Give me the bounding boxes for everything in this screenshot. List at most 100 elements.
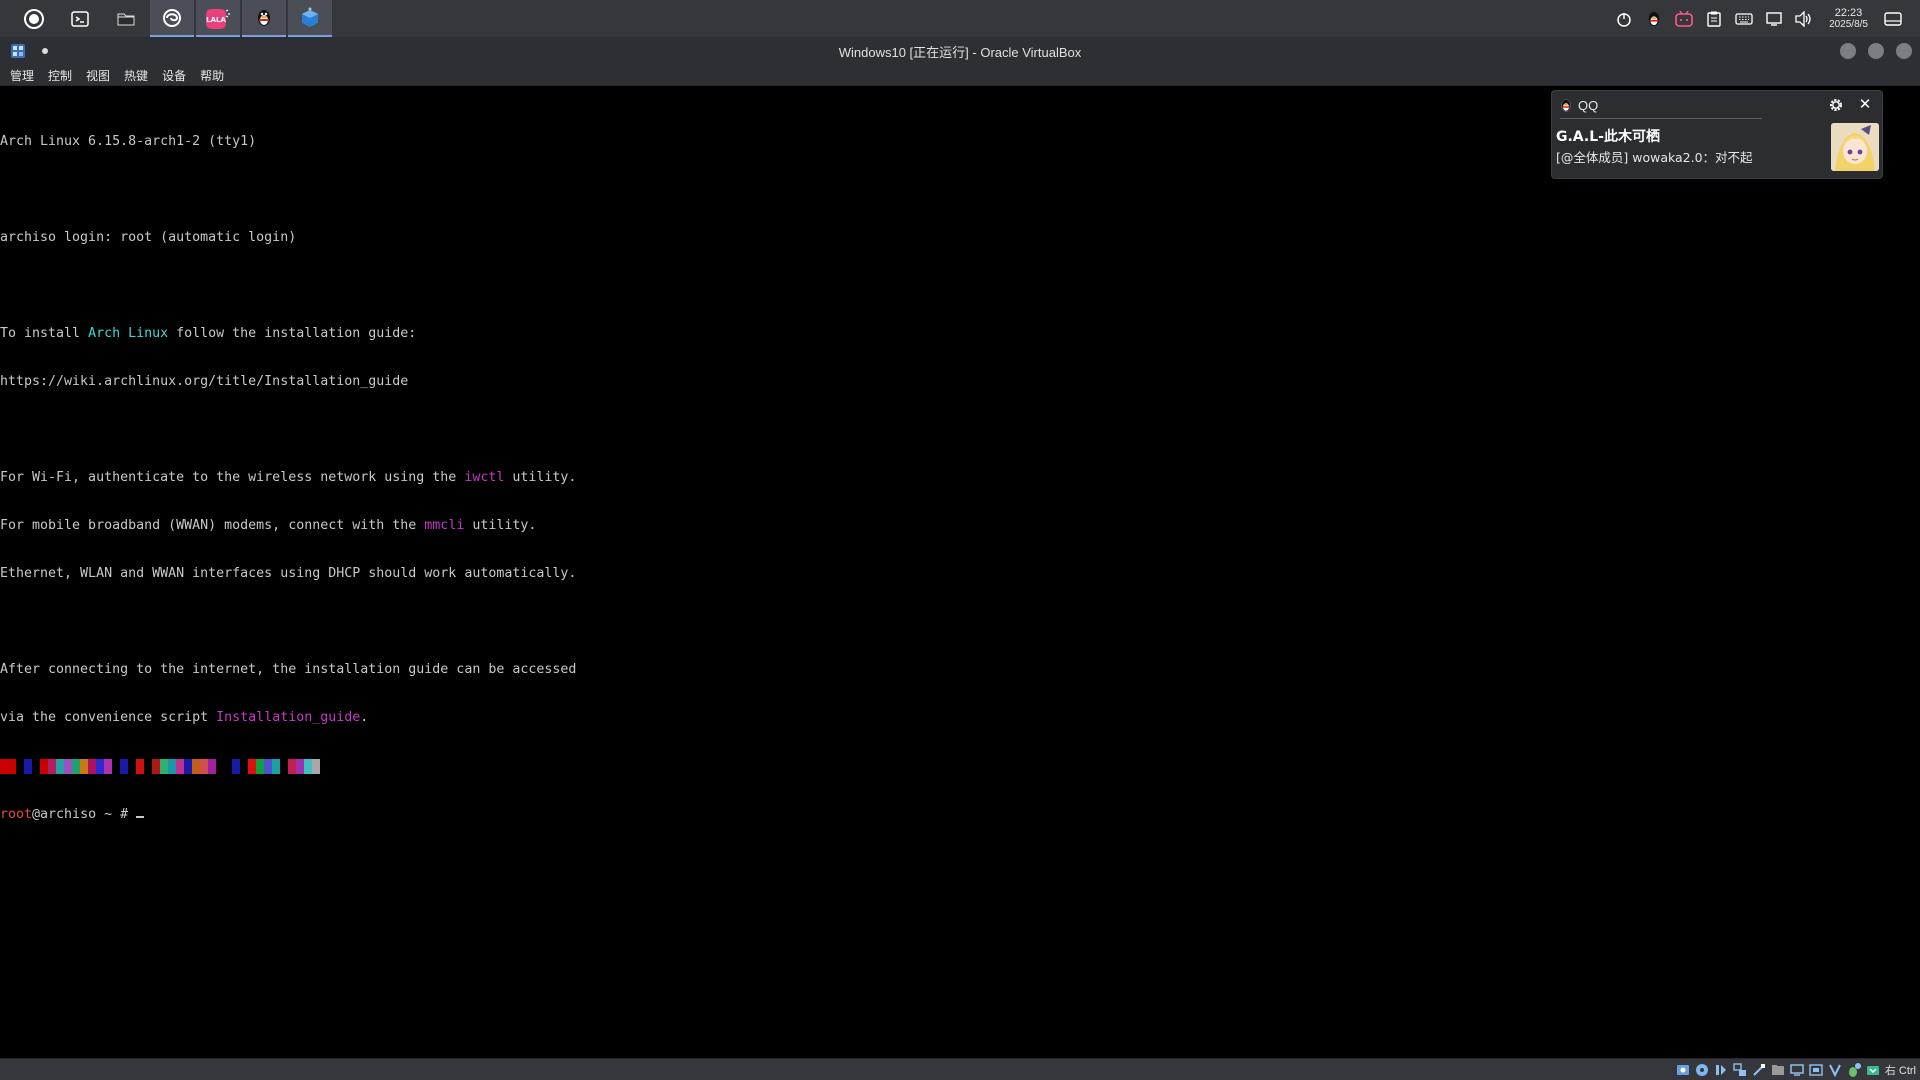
palette-block — [72, 759, 80, 774]
display-icon[interactable] — [1789, 1062, 1805, 1078]
keyboard-icon[interactable] — [1729, 0, 1759, 37]
qq-penguin-icon — [1561, 98, 1571, 112]
palette-block — [24, 759, 32, 774]
taskbar-clock[interactable]: 22:23 2025/8/5 — [1819, 6, 1878, 30]
notification-title: G.A.L-此木可栖 — [1556, 129, 1660, 145]
mouse-icon[interactable] — [1846, 1062, 1862, 1078]
power-icon[interactable] — [1609, 0, 1639, 37]
hdd-icon[interactable] — [1675, 1062, 1691, 1078]
launcher-icon — [24, 8, 44, 29]
prompt-user: root — [0, 807, 33, 822]
terminal-button[interactable] — [58, 0, 102, 37]
launcher-button[interactable] — [12, 0, 56, 37]
clock-time: 22:23 — [1834, 6, 1863, 19]
keyboard-icon[interactable] — [1865, 1062, 1881, 1078]
palette-block — [0, 759, 8, 774]
menu-manage[interactable]: 管理 — [10, 67, 34, 84]
audio-icon[interactable] — [1713, 1062, 1729, 1078]
volume-icon[interactable] — [1789, 0, 1819, 37]
palette-block — [128, 759, 136, 774]
svg-text:LALA: LALA — [206, 16, 226, 24]
vt-x-icon[interactable] — [1827, 1062, 1843, 1078]
iwctl-highlight: iwctl — [464, 470, 505, 485]
text-cursor — [136, 806, 145, 818]
qq-button[interactable] — [242, 0, 286, 37]
menu-view[interactable]: 视图 — [86, 67, 110, 84]
maximize-button[interactable] — [1868, 43, 1884, 59]
palette-block — [120, 759, 128, 774]
palette-block — [168, 759, 176, 774]
palette-block — [88, 759, 96, 774]
arch-linux-highlight: Arch Linux — [88, 326, 169, 341]
palette-block — [224, 759, 232, 774]
qq-penguin-icon — [258, 9, 270, 26]
palette-block — [256, 759, 264, 774]
vm-statusbar: 右 Ctrl — [0, 1058, 1920, 1080]
palette-block — [296, 759, 304, 774]
virtualbox-button[interactable] — [288, 0, 332, 37]
palette-block — [8, 759, 16, 774]
virtualbox-icon — [302, 7, 318, 27]
palette-block — [16, 759, 24, 774]
tty-output: Arch Linux 6.15.8-arch1-2 (tty1) archiso… — [0, 102, 576, 854]
usb-icon[interactable] — [1751, 1062, 1767, 1078]
palette-block — [264, 759, 272, 774]
pin-indicator-icon[interactable] — [42, 48, 48, 54]
console-line-script: via the convenience script Installation_… — [0, 710, 369, 725]
network-icon[interactable] — [1732, 1062, 1748, 1078]
console-line-kernel: Arch Linux 6.15.8-arch1-2 (tty1) — [0, 134, 257, 149]
virtualbox-window-icon[interactable] — [10, 43, 26, 59]
palette-block — [104, 759, 112, 774]
vm-window-titlebar[interactable]: Windows10 [正在运行] - Oracle VirtualBox — [0, 37, 1920, 65]
palette-block — [208, 759, 216, 774]
palette-block — [80, 759, 88, 774]
minimize-button[interactable] — [1840, 43, 1856, 59]
vm-menubar: 管理 控制 视图 热键 设备 帮助 — [0, 65, 1920, 86]
palette-block — [248, 759, 256, 774]
console-prompt: root@archiso ~ # — [0, 806, 576, 822]
menu-control[interactable]: 控制 — [48, 67, 72, 84]
file-manager-button[interactable] — [104, 0, 148, 37]
gear-icon[interactable] — [1828, 97, 1844, 113]
palette-block — [160, 759, 168, 774]
vm-console-display[interactable]: Arch Linux 6.15.8-arch1-2 (tty1) archiso… — [0, 86, 1920, 1058]
notification-center-icon[interactable] — [1878, 0, 1908, 37]
window-controls — [1840, 43, 1912, 59]
menu-hotkeys[interactable]: 热键 — [124, 67, 148, 84]
palette-block — [32, 759, 40, 774]
console-line-after: After connecting to the internet, the in… — [0, 662, 577, 677]
menu-help[interactable]: 帮助 — [200, 67, 224, 84]
close-button[interactable] — [1896, 43, 1912, 59]
avatar — [1831, 123, 1879, 171]
clipboard-icon[interactable] — [1699, 0, 1729, 37]
window-title: Windows10 [正在运行] - Oracle VirtualBox — [838, 44, 1082, 60]
menu-devices[interactable]: 设备 — [162, 67, 186, 84]
music-app-button[interactable]: LALA — [196, 0, 240, 37]
palette-block — [288, 759, 296, 774]
bilibili-icon[interactable] — [1669, 0, 1699, 37]
palette-block — [136, 759, 144, 774]
display-icon[interactable] — [1759, 0, 1789, 37]
palette-block — [56, 759, 64, 774]
notification-message: [@全体成员] wowaka2.0：对不起 — [1556, 150, 1753, 165]
optical-icon[interactable] — [1694, 1062, 1710, 1078]
palette-block — [64, 759, 72, 774]
console-line-login: archiso login: root (automatic login) — [0, 230, 297, 245]
terminal-icon — [71, 10, 89, 27]
palette-block — [144, 759, 152, 774]
console-color-palette — [0, 759, 576, 774]
host-key-label[interactable]: 右 Ctrl — [1885, 1062, 1916, 1078]
palette-block — [304, 759, 312, 774]
console-line-ethernet: Ethernet, WLAN and WWAN interfaces using… — [0, 566, 577, 581]
palette-block — [96, 759, 104, 774]
recording-icon[interactable] — [1808, 1062, 1824, 1078]
shared-folder-icon[interactable] — [1770, 1062, 1786, 1078]
qq-notification[interactable]: QQ ✕ G.A.L-此木可栖 [@全体成员] wowaka2.0：对不起 — [1551, 90, 1883, 179]
console-line-wifi: For Wi-Fi, authenticate to the wireless … — [0, 470, 577, 485]
close-icon[interactable]: ✕ — [1856, 95, 1874, 113]
folder-icon — [117, 13, 135, 25]
browser-icon — [163, 8, 181, 27]
qq-tray-icon[interactable] — [1639, 0, 1669, 37]
palette-block — [40, 759, 48, 774]
browser-button[interactable] — [150, 0, 194, 37]
